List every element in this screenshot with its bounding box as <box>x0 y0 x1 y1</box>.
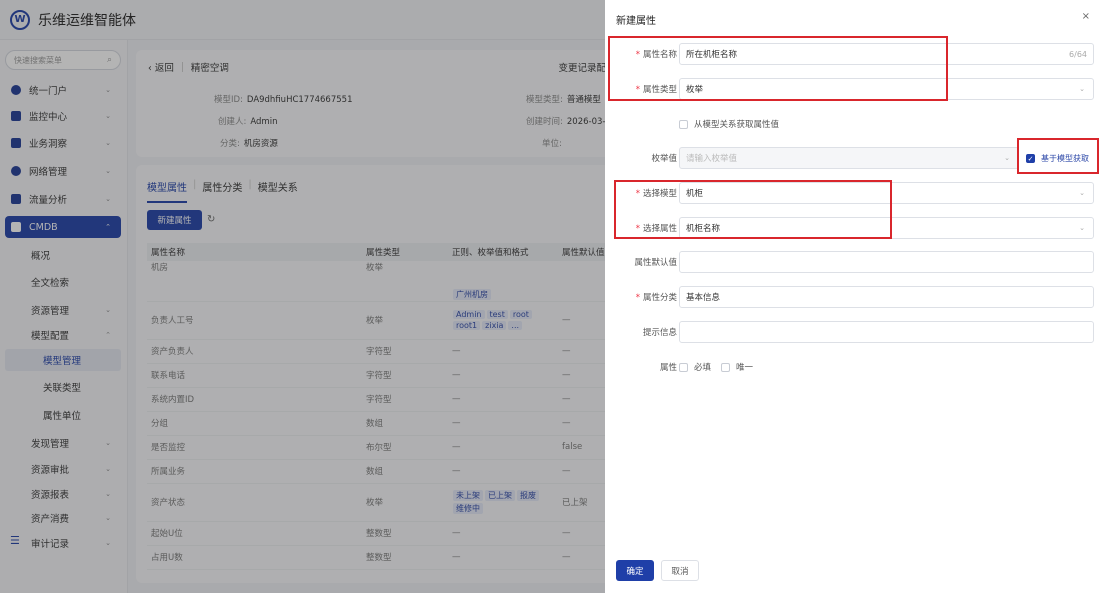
based-on-model-option[interactable]: ✓ 基于模型获取 <box>1026 153 1089 164</box>
enum-label: 枚举值 <box>651 154 677 164</box>
required-option[interactable]: 必填 <box>679 361 711 373</box>
cancel-button[interactable]: 取消 <box>661 560 699 581</box>
select-attr-row: * 选择属性 机柜名称 ⌄ <box>605 217 1106 239</box>
default-value-row: 属性默认值 <box>605 251 1106 273</box>
enum-row: 枚举值 请输入枚举值 ⌄ ✓ 基于模型获取 <box>605 147 1106 169</box>
checkbox-checked-icon[interactable]: ✓ <box>1026 154 1035 163</box>
attr-category-select[interactable]: 基本信息 <box>679 286 1094 308</box>
attr-type-select[interactable]: 枚举 ⌄ <box>679 78 1094 100</box>
unique-option[interactable]: 唯一 <box>721 361 753 373</box>
enum-input[interactable]: 请输入枚举值 ⌄ <box>679 147 1019 169</box>
attr-name-input[interactable]: 所在机柜名称 6/64 <box>679 43 1094 65</box>
confirm-button[interactable]: 确定 <box>616 560 654 581</box>
props-label: 属性 <box>659 363 677 373</box>
default-value-label: 属性默认值 <box>634 258 677 268</box>
attr-category-row: * 属性分类 基本信息 <box>605 286 1106 308</box>
chevron-down-icon: ⌄ <box>1079 85 1085 93</box>
chevron-down-icon: ⌄ <box>1079 189 1085 197</box>
select-model-select[interactable]: 机柜 ⌄ <box>679 182 1094 204</box>
checkbox-icon[interactable] <box>679 363 688 372</box>
attr-name-row: * 属性名称 所在机柜名称 6/64 <box>605 43 1106 65</box>
chevron-down-icon: ⌄ <box>1004 154 1010 162</box>
attr-type-label: * 属性类型 <box>635 85 677 95</box>
attr-name-label: * 属性名称 <box>635 50 677 60</box>
char-counter: 6/64 <box>1069 49 1087 59</box>
checkbox-icon[interactable] <box>679 120 688 129</box>
hint-label: 提示信息 <box>642 328 677 338</box>
checkbox-icon[interactable] <box>721 363 730 372</box>
hint-input[interactable] <box>679 321 1094 343</box>
select-attr-label: * 选择属性 <box>635 224 677 234</box>
select-model-row: * 选择模型 机柜 ⌄ <box>605 182 1106 204</box>
props-row: 属性 必填 唯一 <box>605 356 1106 378</box>
hint-row: 提示信息 <box>605 321 1106 343</box>
chevron-down-icon: ⌄ <box>1079 224 1085 232</box>
attr-category-label: * 属性分类 <box>635 293 677 303</box>
select-model-label: * 选择模型 <box>635 189 677 199</box>
attr-type-row: * 属性类型 枚举 ⌄ <box>605 78 1106 100</box>
select-attr-select[interactable]: 机柜名称 ⌄ <box>679 217 1094 239</box>
drawer-title: 新建属性 <box>616 16 656 27</box>
from-model-relation-option[interactable]: 从模型关系获取属性值 <box>679 118 779 130</box>
default-value-input[interactable] <box>679 251 1094 273</box>
new-attribute-drawer: 新建属性 × * 属性名称 所在机柜名称 6/64 * 属性类型 枚举 ⌄ 从模型关… <box>605 0 1106 593</box>
close-icon[interactable]: × <box>1082 11 1090 22</box>
